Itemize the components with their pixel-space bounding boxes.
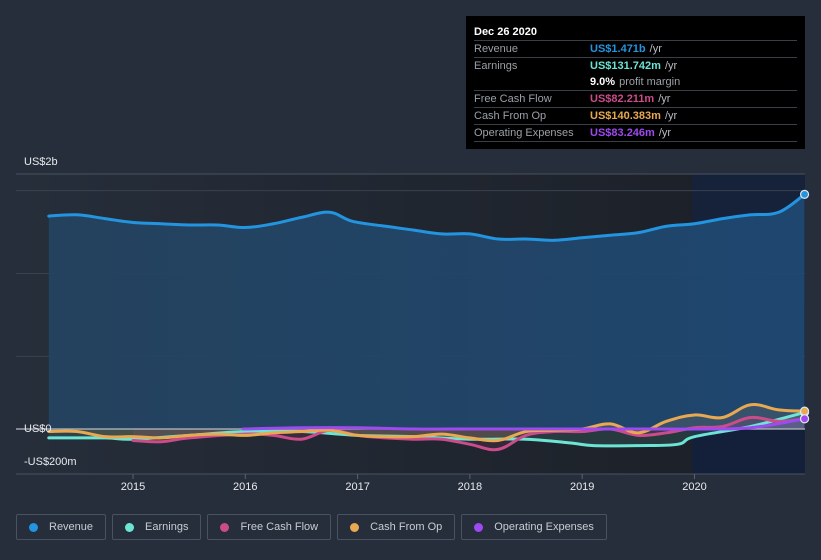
- earnings-dot-icon: [125, 522, 135, 532]
- legend-label: Earnings: [145, 521, 189, 533]
- legend-label: Cash From Op: [370, 521, 443, 533]
- tooltip-row-revenue: Revenue US$1.471b /yr: [474, 41, 797, 58]
- tooltip-label: Earnings: [474, 60, 518, 72]
- tooltip-label: Free Cash Flow: [474, 93, 552, 105]
- x-tick-label: 2020: [682, 481, 707, 493]
- tooltip-unit: /yr: [658, 93, 671, 105]
- legend-item-earnings[interactable]: Earnings: [112, 514, 202, 540]
- operating-expenses-end-marker: [799, 414, 810, 424]
- data-tooltip: Dec 26 2020 Revenue US$1.471b /yr Earnin…: [466, 16, 805, 149]
- free-cash-flow-dot-icon: [220, 522, 230, 532]
- tooltip-unit: /yr: [664, 60, 678, 72]
- tooltip-row-cash-from-op: Cash From Op US$140.383m /yr: [474, 108, 797, 125]
- x-tick-label: 2016: [233, 481, 258, 493]
- profit-margin-value: 9.0%: [590, 76, 616, 88]
- tooltip-row-operating-expenses: Operating Expenses US$83.246m /yr: [474, 125, 797, 142]
- legend-item-free-cash-flow[interactable]: Free Cash Flow: [207, 514, 332, 540]
- tooltip-row-profit-margin: 9.0% profit margin: [474, 74, 797, 91]
- x-tick-label: 2019: [569, 481, 595, 493]
- tooltip-value: US$131.742m: [590, 60, 661, 72]
- tooltip-value: US$1.471b: [590, 43, 646, 55]
- y-tick-label-top: US$2b: [24, 156, 58, 168]
- profit-margin-label: profit margin: [619, 76, 681, 88]
- tooltip-label: Cash From Op: [474, 110, 547, 122]
- y-tick-label-zero: US$0: [24, 423, 52, 435]
- legend-item-revenue[interactable]: Revenue: [16, 514, 107, 540]
- tooltip-row-earnings: Earnings US$131.742m /yr: [474, 58, 797, 74]
- tooltip-value: US$140.383m: [590, 110, 661, 122]
- tooltip-row-free-cash-flow: Free Cash Flow US$82.211m /yr: [474, 91, 797, 108]
- tooltip-unit: /yr: [649, 43, 662, 55]
- x-tick-label: 2015: [120, 481, 146, 493]
- operating-expenses-dot-icon: [474, 522, 484, 532]
- tooltip-label: [474, 74, 590, 90]
- tooltip-value: US$82.211m: [590, 93, 655, 105]
- revenue-dot-icon: [29, 522, 38, 532]
- legend-item-cash-from-op[interactable]: Cash From Op: [337, 514, 456, 540]
- tooltip-unit: /yr: [658, 127, 672, 139]
- x-tick-label: 2017: [345, 481, 370, 493]
- legend-label: Operating Expenses: [494, 521, 594, 533]
- x-tick-label: 2018: [457, 481, 483, 493]
- tooltip-date: Dec 26 2020: [474, 24, 797, 41]
- legend-item-operating-expenses[interactable]: Operating Expenses: [461, 514, 607, 540]
- chart-legend: Revenue Earnings Free Cash Flow Cash Fro…: [16, 514, 607, 540]
- tooltip-unit: /yr: [664, 110, 678, 122]
- legend-label: Revenue: [49, 521, 94, 533]
- tooltip-value: US$83.246m: [590, 127, 655, 139]
- y-tick-label-negative: -US$200m: [24, 456, 77, 468]
- tooltip-label: Revenue: [474, 43, 519, 55]
- revenue-end-marker: [799, 189, 810, 199]
- tooltip-label: Operating Expenses: [474, 127, 574, 139]
- cash-from-op-dot-icon: [350, 522, 360, 532]
- legend-label: Free Cash Flow: [240, 521, 319, 533]
- cash-from-op-end-marker: [799, 406, 810, 416]
